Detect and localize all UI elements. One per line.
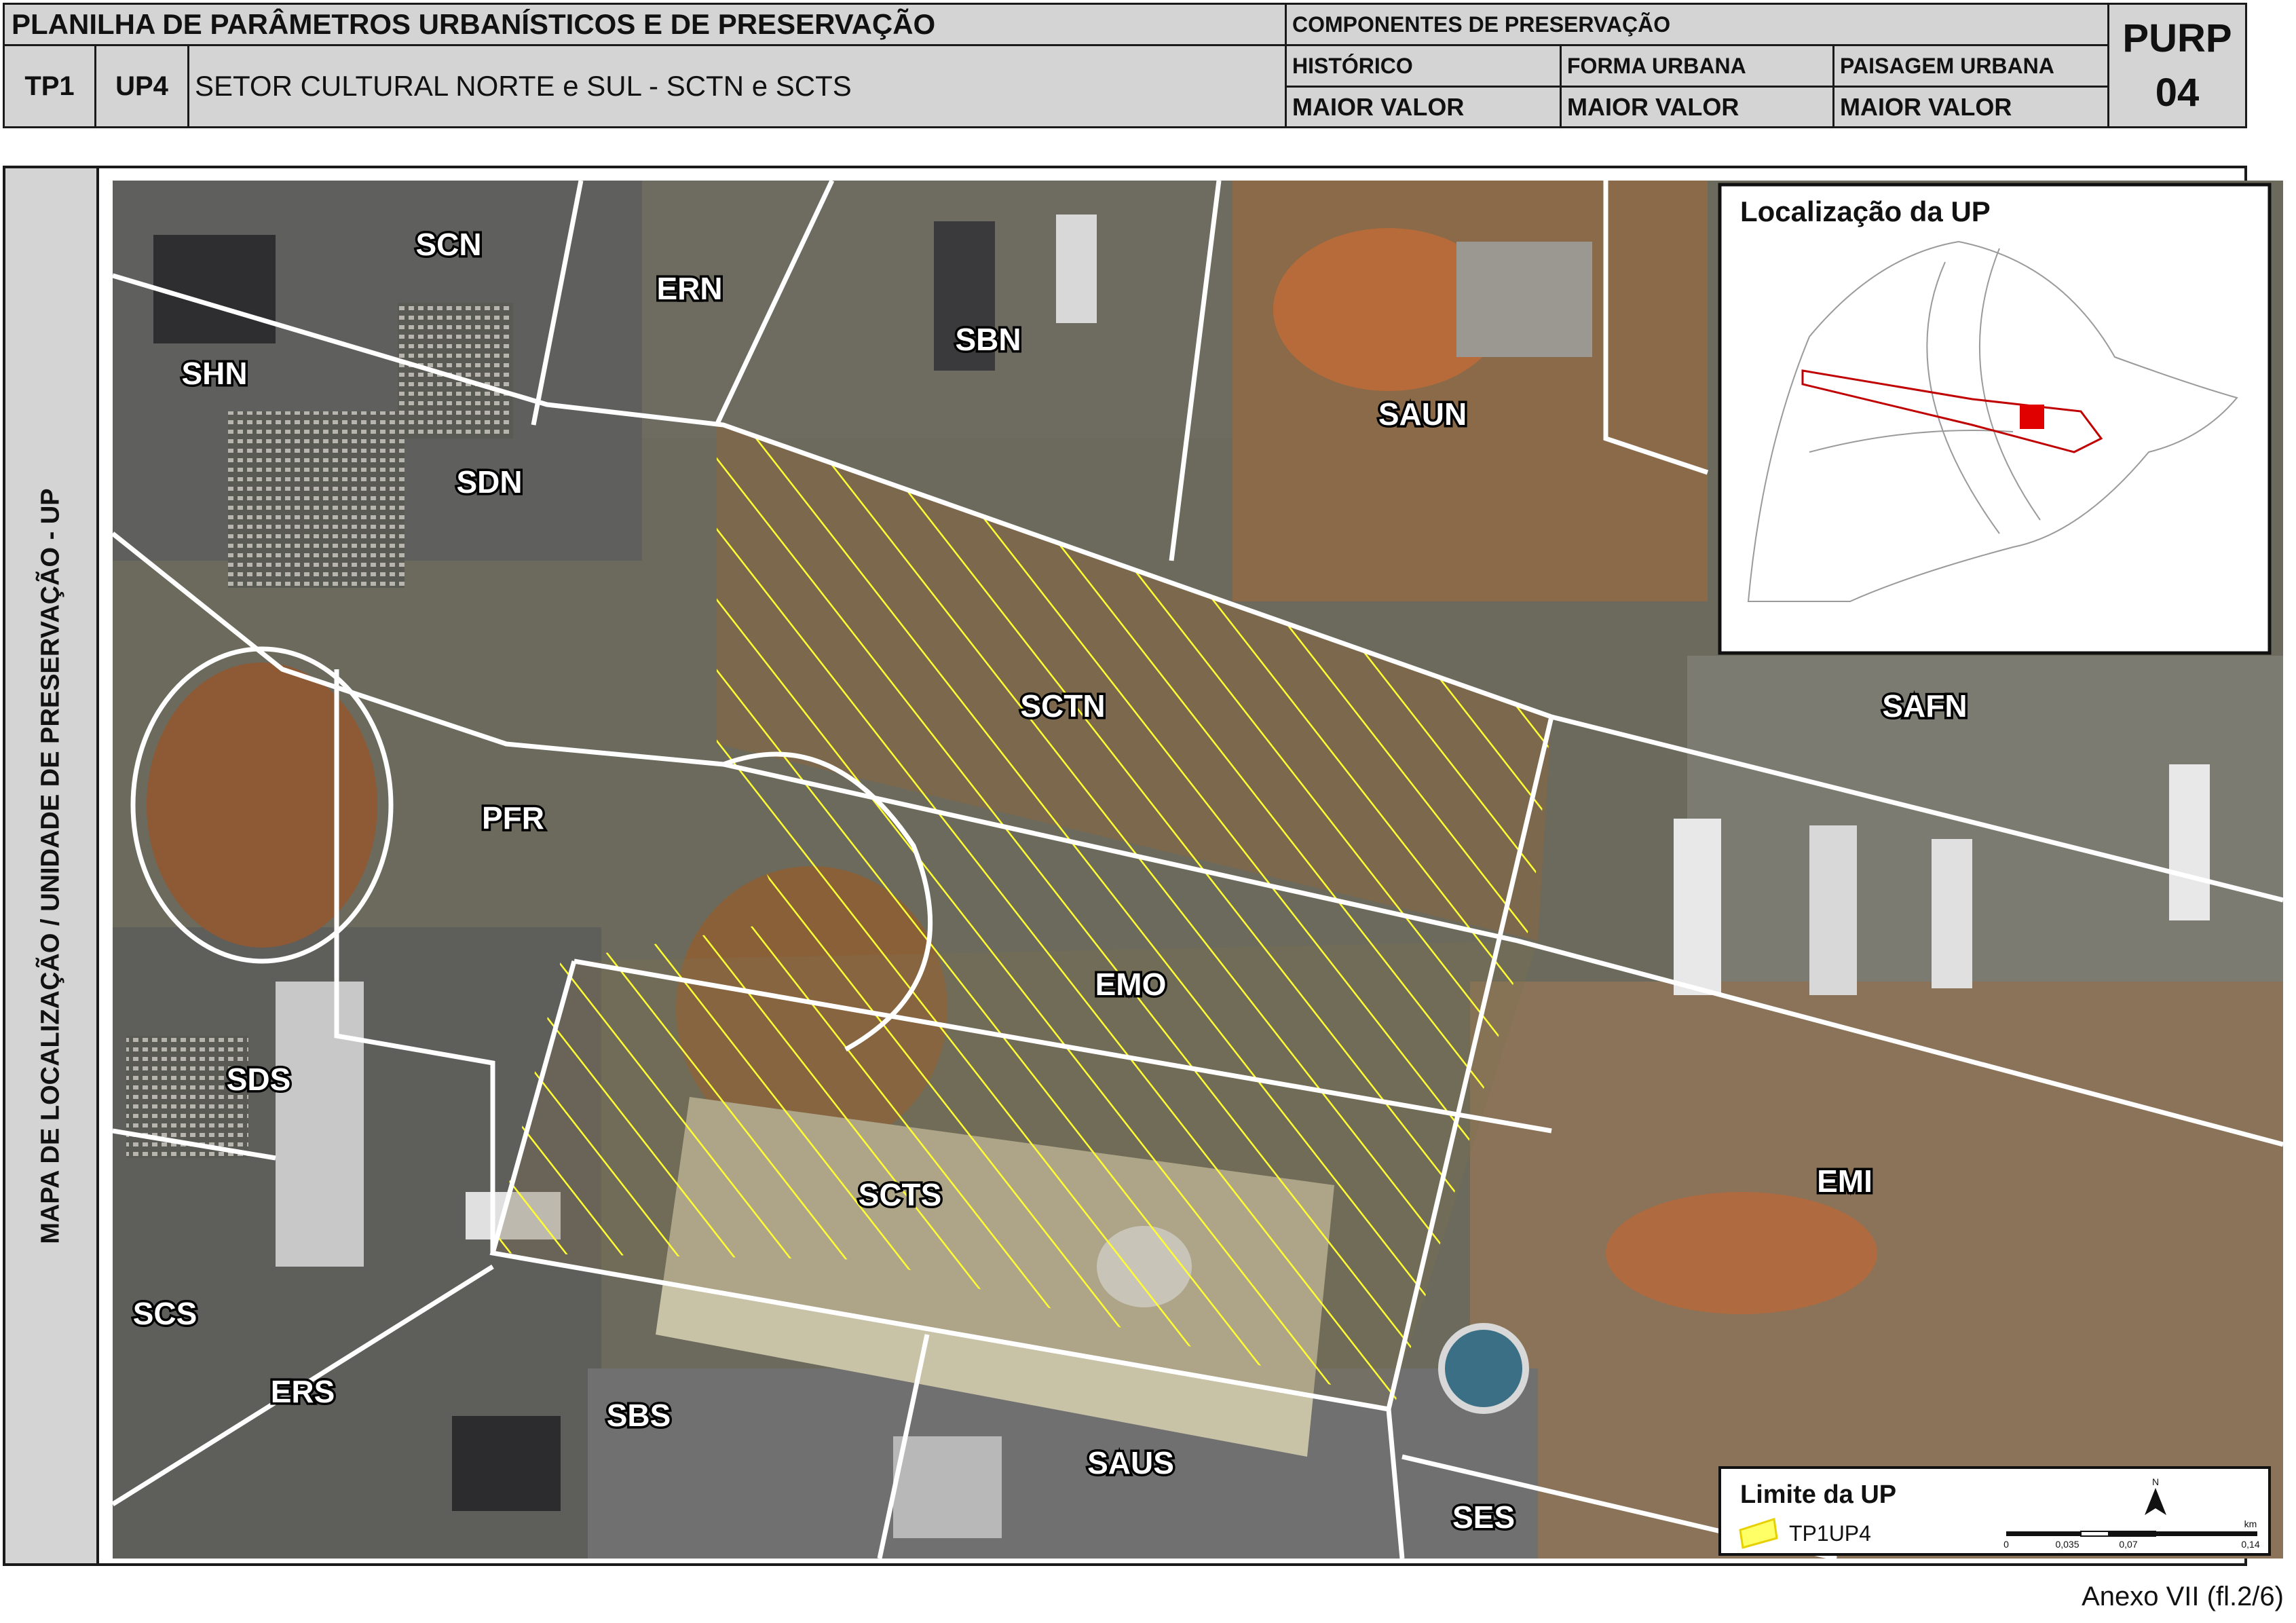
label-safn: SAFN xyxy=(1882,688,1967,724)
building xyxy=(893,1436,1002,1538)
building xyxy=(1456,242,1592,357)
sector-name: SETOR CULTURAL NORTE e SUL - SCTN e SCTS xyxy=(187,44,1287,128)
component-forma-urbana: FORMA URBANA xyxy=(1560,44,1834,88)
header-table: PLANILHA DE PARÂMETROS URBANÍSTICOS E DE… xyxy=(3,3,2247,128)
label-scs: SCS xyxy=(133,1296,197,1331)
label-sds: SDS xyxy=(227,1062,291,1097)
building xyxy=(1932,839,1972,988)
building xyxy=(452,1416,561,1511)
building xyxy=(153,235,276,343)
sheet-title: PLANILHA DE PARÂMETROS URBANÍSTICOS E DE… xyxy=(3,3,1287,46)
label-pfr: PFR xyxy=(482,800,544,836)
label-scn: SCN xyxy=(415,227,481,262)
label-saus: SAUS xyxy=(1087,1445,1174,1480)
aerial-map[interactable]: SCN ERN SHN SBN SDN SAUN SCTN SAFN PFR E… xyxy=(113,181,2283,1559)
label-sbs: SBS xyxy=(607,1398,671,1433)
map-frame: MAPA DE LOCALIZAÇÃO / UNIDADE DE PRESERV… xyxy=(3,166,2283,1566)
scale-unit: km xyxy=(2244,1518,2257,1529)
legend-item: TP1UP4 xyxy=(1789,1521,1871,1546)
cathedral-roof xyxy=(1438,1323,1529,1414)
building xyxy=(1674,819,1721,995)
building xyxy=(1056,214,1097,323)
map-legend: Limite da UP TP1UP4 N 0 0,035 0,07 0,14 … xyxy=(1718,1466,2271,1556)
scale-tick-3: 0,14 xyxy=(2241,1539,2259,1550)
inset-location-map: Localização da UP xyxy=(1718,183,2272,655)
label-ern: ERN xyxy=(656,271,722,306)
parking-lot xyxy=(228,411,404,588)
tp-code: TP1 xyxy=(3,44,96,128)
parking-lot xyxy=(398,303,513,439)
purp-code: PURP 04 xyxy=(2107,3,2247,128)
purp-code-bottom: 04 xyxy=(2155,70,2200,115)
scale-tick-2: 0,07 xyxy=(2119,1539,2137,1550)
value-paisagem-urbana: MAIOR VALOR xyxy=(1832,86,2109,128)
label-sbn: SBN xyxy=(955,322,1021,357)
purp-code-top: PURP xyxy=(2122,16,2232,60)
north-label: N xyxy=(2152,1476,2159,1487)
parking-lot xyxy=(126,1036,248,1158)
inset-title: Localização da UP xyxy=(1740,195,1991,227)
label-saun: SAUN xyxy=(1378,396,1467,432)
value-historico: MAIOR VALOR xyxy=(1285,86,1562,128)
building xyxy=(2169,764,2210,920)
scale-bar-segment xyxy=(2006,1531,2081,1536)
scale-bar-segment xyxy=(2108,1531,2257,1536)
annex-footer: Anexo VII (fl.2/6) xyxy=(2082,1582,2284,1611)
soil-circle xyxy=(147,663,377,948)
inset-frame xyxy=(1718,183,2272,655)
up-code: UP4 xyxy=(94,44,189,128)
component-paisagem-urbana: PAISAGEM URBANA xyxy=(1832,44,2109,88)
components-title: COMPONENTES DE PRESERVAÇÃO xyxy=(1285,3,2109,46)
soil-patch-east xyxy=(1606,1192,1877,1314)
label-shn: SHN xyxy=(181,356,247,391)
label-sctn: SCTN xyxy=(1020,688,1105,724)
inset-up-highlight xyxy=(2020,405,2044,429)
label-scts: SCTS xyxy=(859,1177,942,1212)
scale-tick-0: 0 xyxy=(2003,1539,2009,1550)
building xyxy=(276,982,364,1267)
label-emi: EMI xyxy=(1817,1163,1872,1199)
label-emo: EMO xyxy=(1095,967,1167,1002)
label-ers: ERS xyxy=(271,1374,335,1409)
label-sdn: SDN xyxy=(456,464,522,500)
scale-tick-1: 0,035 xyxy=(2055,1539,2079,1550)
map-sidebar-label: MAPA DE LOCALIZAÇÃO / UNIDADE DE PRESERV… xyxy=(36,487,65,1244)
legend-title: Limite da UP xyxy=(1740,1480,1896,1509)
map-sidebar: MAPA DE LOCALIZAÇÃO / UNIDADE DE PRESERV… xyxy=(5,168,99,1563)
value-forma-urbana: MAIOR VALOR xyxy=(1560,86,1834,128)
building xyxy=(1809,825,1857,995)
label-ses: SES xyxy=(1452,1499,1515,1535)
component-historico: HISTÓRICO xyxy=(1285,44,1562,88)
